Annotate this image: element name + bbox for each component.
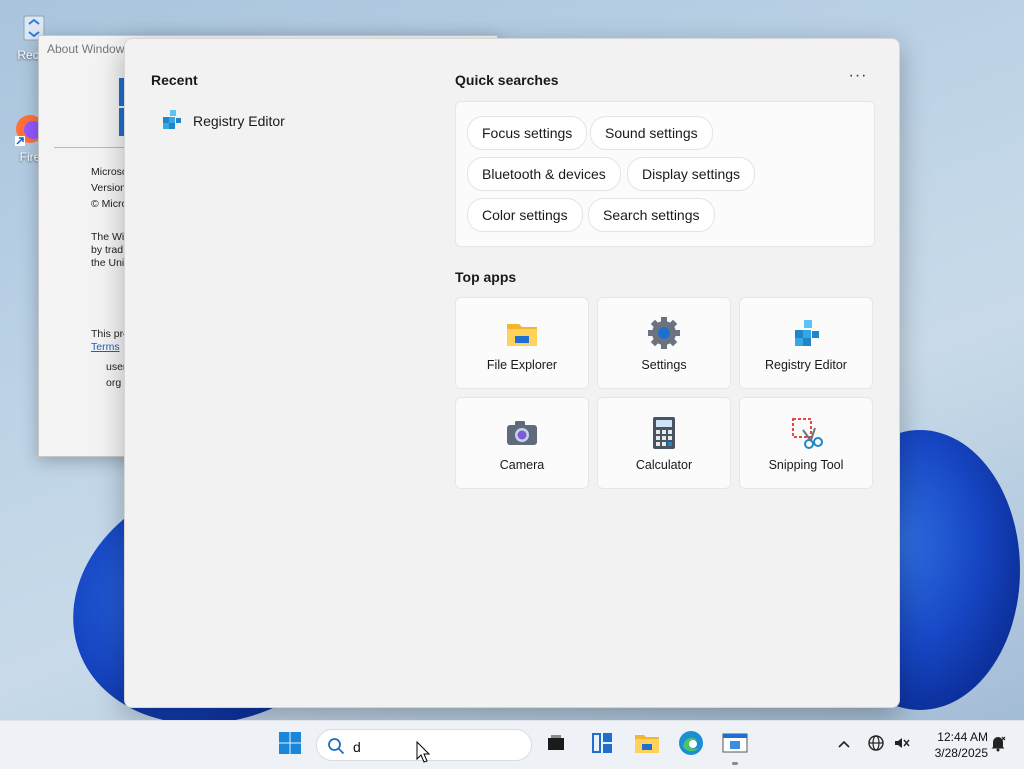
quick-search-display-settings[interactable]: Display settings <box>627 157 756 191</box>
file-explorer-taskbar-button[interactable] <box>631 729 663 761</box>
about-window-taskbar-button[interactable] <box>719 729 751 761</box>
more-options-button[interactable]: ··· <box>845 67 871 89</box>
app-tile-camera[interactable]: Camera <box>455 397 589 489</box>
top-apps-title: Top apps <box>455 269 517 285</box>
bell-icon <box>989 734 1007 757</box>
recent-item-label: Registry Editor <box>193 113 285 129</box>
settings-gear-icon <box>647 316 681 350</box>
search-input[interactable] <box>351 736 515 758</box>
windows-logo-icon <box>278 731 302 760</box>
registry-editor-icon <box>161 108 183 135</box>
search-icon <box>327 737 345 760</box>
quick-search-bluetooth-devices[interactable]: Bluetooth & devices <box>467 157 621 191</box>
quick-searches-title: Quick searches <box>455 72 559 88</box>
edge-taskbar-button[interactable] <box>675 729 707 761</box>
edge-icon <box>678 730 704 761</box>
app-label: Calculator <box>635 458 693 472</box>
about-window-icon <box>722 732 748 759</box>
app-label: Settings <box>641 358 687 372</box>
show-hidden-icons-button[interactable] <box>828 729 860 761</box>
clock-date: 3/28/2025 <box>934 746 988 760</box>
info-line: by trad <box>91 244 124 256</box>
file-explorer-icon <box>634 731 660 760</box>
taskbar: 12:44 AM 3/28/2025 <box>0 720 1024 769</box>
clock[interactable]: 12:44 AM 3/28/2025 <box>918 729 988 761</box>
info-line: © Micro <box>91 198 128 210</box>
volume-muted-icon <box>893 734 911 757</box>
app-tile-file-explorer[interactable]: File Explorer <box>455 297 589 389</box>
notifications-button[interactable] <box>982 729 1014 761</box>
clock-time: 12:44 AM <box>937 730 988 744</box>
info-line: Microso <box>91 166 128 178</box>
app-label: File Explorer <box>486 358 558 372</box>
quick-search-sound-settings[interactable]: Sound settings <box>590 116 713 150</box>
app-tile-calculator[interactable]: Calculator <box>597 397 731 489</box>
calculator-icon <box>647 416 681 450</box>
active-window-indicator <box>732 762 738 765</box>
volume-button[interactable] <box>886 729 918 761</box>
quick-search-search-settings[interactable]: Search settings <box>588 198 715 232</box>
quick-search-color-settings[interactable]: Color settings <box>467 198 583 232</box>
info-line: The Wi <box>91 231 125 243</box>
search-flyout: Recent Registry Editor Quick searches ··… <box>124 38 900 708</box>
info-line: the Uni <box>91 257 125 269</box>
quick-searches-panel: Focus settings Sound settings Bluetooth … <box>455 101 875 247</box>
window-title: About Window <box>47 42 125 56</box>
app-label: Snipping Tool <box>768 458 844 472</box>
app-tile-settings[interactable]: Settings <box>597 297 731 389</box>
info-line: org <box>106 377 122 389</box>
app-tile-snipping-tool[interactable]: Snipping Tool <box>739 397 873 489</box>
snipping-tool-icon <box>789 416 823 450</box>
start-button[interactable] <box>274 729 306 761</box>
quick-search-focus-settings[interactable]: Focus settings <box>467 116 588 150</box>
registry-editor-icon <box>789 316 823 350</box>
widgets-button[interactable] <box>586 729 618 761</box>
info-line: Version <box>91 182 127 194</box>
task-view-button[interactable] <box>540 729 572 761</box>
widgets-icon <box>590 731 614 760</box>
file-explorer-icon <box>505 316 539 350</box>
camera-icon <box>505 416 539 450</box>
app-label: Camera <box>499 458 545 472</box>
chevron-up-icon <box>837 736 851 754</box>
recent-title: Recent <box>151 72 198 88</box>
recent-item-registry-editor[interactable]: Registry Editor <box>151 101 411 141</box>
globe-icon <box>867 734 885 757</box>
terms-link[interactable]: Terms <box>91 341 120 353</box>
mouse-cursor-icon <box>416 740 431 768</box>
app-tile-registry-editor[interactable]: Registry Editor <box>739 297 873 389</box>
app-label: Registry Editor <box>765 358 847 372</box>
task-view-icon <box>545 732 567 759</box>
